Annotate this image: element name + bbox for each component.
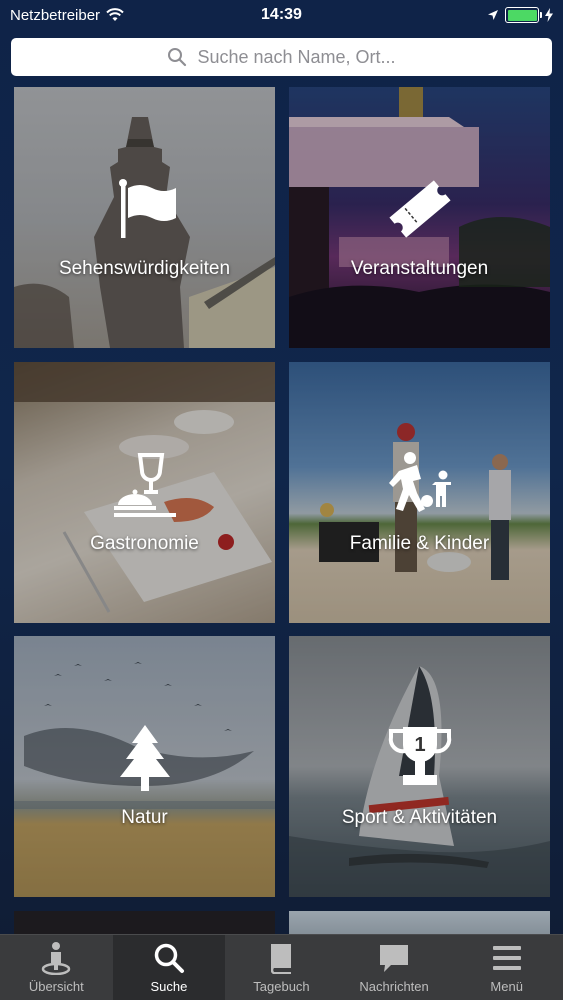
hamburger-menu-icon (492, 946, 521, 970)
tree-icon (119, 724, 170, 791)
ticket-icon (388, 179, 451, 238)
category-label: Familie & Kinder (349, 532, 490, 554)
svg-text:1: 1 (414, 734, 425, 756)
wifi-icon (106, 8, 124, 21)
map-pin-person-icon (42, 942, 71, 975)
search-icon (154, 943, 184, 973)
category-tile-veranstaltungen[interactable]: Veranstaltungen (289, 87, 550, 348)
carrier-name: Netzbetreiber (10, 6, 101, 24)
trophy-icon: 1 (388, 726, 451, 785)
charging-icon (545, 8, 553, 22)
tab-label: Tagebuch (253, 979, 310, 994)
chat-bubble-icon (380, 945, 409, 972)
book-icon (271, 944, 292, 974)
family-icon (388, 451, 451, 512)
category-label: Sport & Aktivitäten (341, 806, 498, 828)
tab-label: Übersicht (28, 979, 84, 994)
category-label: Natur (121, 806, 168, 828)
battery-icon (505, 7, 542, 23)
tab-label: Menü (490, 979, 523, 994)
status-left: Netzbetreiber (10, 7, 124, 24)
tab-tagebuch[interactable]: Tagebuch (225, 935, 338, 1000)
dining-icon (113, 452, 176, 517)
tab-uebersicht[interactable]: Übersicht (0, 935, 113, 1000)
tab-nachrichten[interactable]: Nachrichten (338, 935, 451, 1000)
status-right (487, 7, 553, 23)
status-bar: Netzbetreiber 14:39 (0, 0, 563, 30)
category-tile-familie-kinder[interactable]: Familie & Kinder (289, 362, 550, 623)
location-arrow-icon (488, 10, 498, 20)
category-tile-sport-aktivitaeten[interactable]: 1 Sport & Aktivitäten (289, 636, 550, 897)
tab-menue[interactable]: Menü (450, 935, 563, 1000)
flag-icon (118, 178, 176, 238)
category-label: Sehenswürdigkeiten (58, 257, 231, 279)
tab-label: Suche (150, 979, 188, 994)
search-icon (168, 48, 187, 67)
category-label: Gastronomie (90, 532, 199, 554)
tab-label: Nachrichten (359, 979, 429, 994)
tab-bar: Übersicht Suche Tagebuch Nachrichten Men… (0, 934, 563, 1000)
category-tile-gastronomie[interactable]: Gastronomie (14, 362, 275, 623)
search-placeholder: Suche nach Name, Ort... (197, 46, 396, 67)
search-input[interactable]: Suche nach Name, Ort... (11, 38, 552, 76)
battery-fill (507, 9, 537, 21)
tab-suche[interactable]: Suche (112, 935, 226, 1000)
category-tile-natur[interactable]: Natur (14, 636, 275, 897)
category-label: Veranstaltungen (350, 257, 489, 279)
category-tile-sehenswuerdigkeiten[interactable]: Sehenswürdigkeiten (14, 87, 275, 348)
